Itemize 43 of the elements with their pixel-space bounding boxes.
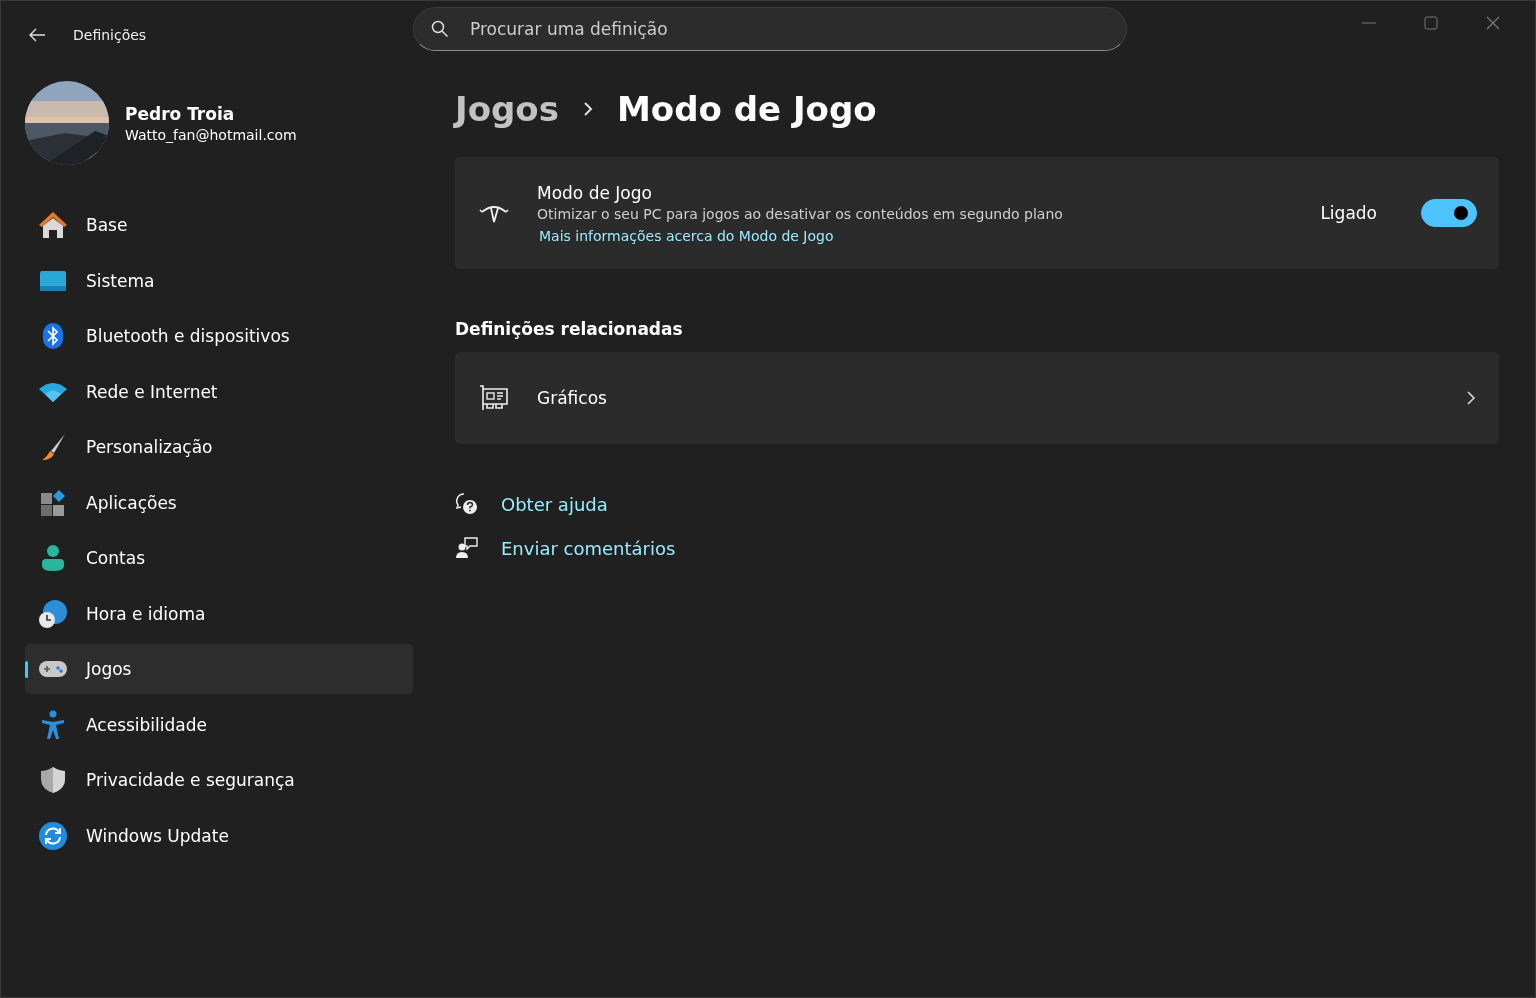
graphics-card-icon	[479, 385, 509, 411]
sidebar-item[interactable]: Aplicações	[25, 477, 413, 528]
help-link[interactable]: Obter ajuda	[501, 493, 608, 515]
sidebar-item[interactable]: Bluetooth e dispositivos	[25, 311, 413, 361]
wifi-icon	[38, 380, 68, 403]
sync-icon	[38, 820, 68, 851]
apps-icon	[38, 488, 68, 517]
gamepad-icon	[38, 659, 68, 679]
sidebar-item[interactable]: Base	[25, 200, 413, 250]
sidebar-item[interactable]: Personalização	[25, 422, 413, 472]
info-link[interactable]: Mais informações acerca do Modo de Jogo	[539, 227, 1321, 244]
user-name: Pedro Troia	[125, 103, 236, 124]
search-icon	[431, 20, 449, 38]
shield-icon	[38, 766, 68, 794]
sidebar-item[interactable]: Privacidade e segurança	[25, 755, 413, 805]
sidebar-item[interactable]: Contas	[25, 533, 413, 583]
back-arrow-icon[interactable]	[27, 27, 47, 43]
close-icon[interactable]	[1485, 15, 1501, 31]
section-heading: Definições relacionadas	[455, 319, 684, 339]
sidebar-item[interactable]: Jogos	[25, 644, 413, 694]
sidebar-item[interactable]: Acessibilidade	[25, 699, 413, 750]
toggle-state: Ligado	[1320, 203, 1377, 223]
page-title: Modo de Jogo	[616, 89, 877, 129]
feedback-icon	[455, 536, 479, 560]
monitor-icon	[38, 269, 68, 292]
setting-title: Modo de Jogo	[537, 182, 653, 203]
user-email: Watto_fan@hotmail.com	[125, 126, 297, 143]
sidebar-item[interactable]: Hora e idioma	[25, 588, 413, 639]
settings-card[interactable]: Gráficos	[455, 352, 1499, 444]
sidebar-item[interactable]: Windows Update	[25, 810, 413, 861]
toggle-switch[interactable]	[1421, 199, 1477, 227]
sidebar-item[interactable]: Sistema	[25, 255, 413, 306]
globe-clock-icon	[38, 598, 68, 629]
help-link[interactable]: Enviar comentários	[501, 537, 676, 559]
search-field[interactable]: Procurar uma definição	[413, 7, 1127, 51]
maximize-icon[interactable]	[1423, 15, 1439, 31]
chevron-right-icon	[1465, 390, 1477, 406]
sidebar-item[interactable]: Rede e Internet	[25, 366, 413, 417]
window-title: Definições	[73, 27, 147, 43]
setting-description: Otimizar o seu PC para jogos ao desativar os conteúdos em segundo plano	[537, 205, 1064, 222]
house-icon	[38, 211, 68, 239]
breadcrumb-link[interactable]: Jogos	[455, 89, 559, 129]
help-chat-icon	[455, 492, 479, 516]
